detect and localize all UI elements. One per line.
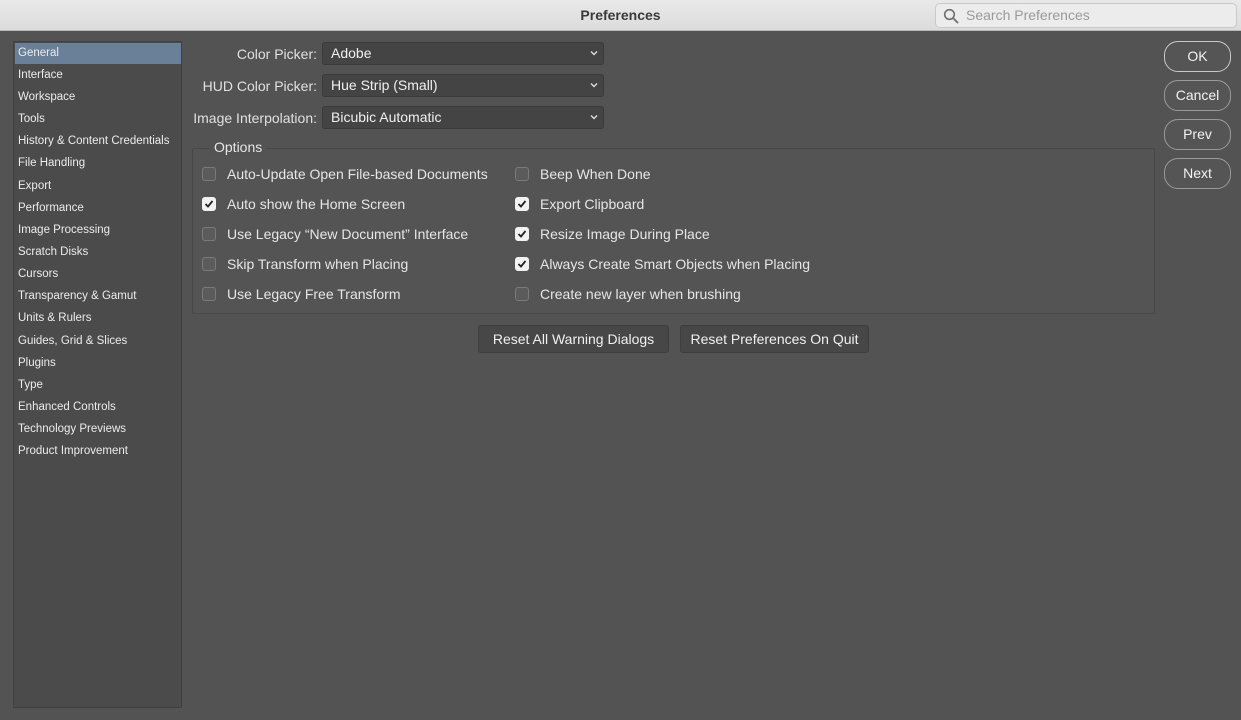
sidebar-item-cursors[interactable]: Cursors — [15, 264, 181, 285]
beep-when-done-checkbox[interactable] — [515, 167, 529, 181]
chevron-down-icon — [590, 115, 598, 120]
color-picker-value: Adobe — [331, 45, 372, 61]
checkmark-icon — [204, 200, 214, 208]
sidebar-item-interface[interactable]: Interface — [15, 65, 181, 86]
skip-transform-label: Skip Transform when Placing — [227, 256, 409, 272]
auto-show-home-label: Auto show the Home Screen — [227, 196, 406, 212]
auto-update-checkbox[interactable] — [202, 167, 216, 181]
sidebar: General Interface Workspace Tools Histor… — [13, 41, 182, 708]
chevron-down-icon — [590, 83, 598, 88]
legacy-new-document-label: Use Legacy “New Document” Interface — [227, 226, 469, 242]
smart-objects-label: Always Create Smart Objects when Placing — [540, 256, 810, 272]
export-clipboard-checkbox[interactable] — [515, 197, 529, 211]
sidebar-item-transparency[interactable]: Transparency & Gamut — [15, 286, 181, 307]
color-picker-select[interactable]: Adobe — [322, 42, 604, 65]
sidebar-item-plugins[interactable]: Plugins — [15, 353, 181, 374]
options-group-label: Options — [210, 138, 267, 156]
sidebar-item-performance[interactable]: Performance — [15, 198, 181, 219]
image-interpolation-select[interactable]: Bicubic Automatic — [322, 106, 604, 129]
legacy-free-transform-checkbox[interactable] — [202, 287, 216, 301]
color-picker-label: Color Picker: — [236, 46, 317, 62]
next-button[interactable]: Next — [1164, 158, 1231, 189]
smart-objects-checkbox[interactable] — [515, 257, 529, 271]
search-placeholder: Search Preferences — [966, 7, 1090, 23]
checkmark-icon — [517, 260, 527, 268]
image-interpolation-value: Bicubic Automatic — [331, 109, 442, 125]
hud-color-picker-label: HUD Color Picker: — [202, 78, 317, 94]
resize-image-place-label: Resize Image During Place — [540, 226, 710, 242]
sidebar-item-image-processing[interactable]: Image Processing — [15, 220, 181, 241]
cancel-button[interactable]: Cancel — [1164, 80, 1231, 111]
beep-when-done-label: Beep When Done — [540, 166, 651, 182]
checkmark-icon — [517, 200, 527, 208]
sidebar-item-enhanced-controls[interactable]: Enhanced Controls — [15, 397, 181, 418]
search-field[interactable]: Search Preferences — [935, 3, 1237, 28]
sidebar-item-units-rulers[interactable]: Units & Rulers — [15, 308, 181, 329]
sidebar-item-product-improvement[interactable]: Product Improvement — [15, 441, 181, 462]
sidebar-item-history[interactable]: History & Content Credentials — [15, 131, 181, 152]
sidebar-item-general[interactable]: General — [15, 43, 181, 64]
sidebar-item-technology-previews[interactable]: Technology Previews — [15, 419, 181, 440]
sidebar-item-workspace[interactable]: Workspace — [15, 87, 181, 108]
new-layer-brushing-label: Create new layer when brushing — [540, 286, 741, 302]
prev-button[interactable]: Prev — [1164, 119, 1231, 150]
export-clipboard-label: Export Clipboard — [540, 196, 645, 212]
reset-warning-dialogs-button[interactable]: Reset All Warning Dialogs — [478, 325, 669, 353]
image-interpolation-label: Image Interpolation: — [193, 110, 317, 126]
sidebar-item-type[interactable]: Type — [15, 375, 181, 396]
legacy-free-transform-label: Use Legacy Free Transform — [227, 286, 401, 302]
hud-color-picker-value: Hue Strip (Small) — [331, 77, 438, 93]
checkmark-icon — [517, 230, 527, 238]
chevron-down-icon — [590, 51, 598, 56]
skip-transform-checkbox[interactable] — [202, 257, 216, 271]
reset-preferences-button[interactable]: Reset Preferences On Quit — [680, 325, 869, 353]
sidebar-item-file-handling[interactable]: File Handling — [15, 153, 181, 174]
sidebar-item-export[interactable]: Export — [15, 176, 181, 197]
sidebar-item-tools[interactable]: Tools — [15, 109, 181, 130]
auto-update-label: Auto-Update Open File-based Documents — [227, 166, 488, 182]
legacy-new-document-checkbox[interactable] — [202, 227, 216, 241]
sidebar-item-scratch-disks[interactable]: Scratch Disks — [15, 242, 181, 263]
sidebar-item-guides[interactable]: Guides, Grid & Slices — [15, 331, 181, 352]
new-layer-brushing-checkbox[interactable] — [515, 287, 529, 301]
auto-show-home-checkbox[interactable] — [202, 197, 216, 211]
search-icon — [943, 8, 959, 24]
resize-image-place-checkbox[interactable] — [515, 227, 529, 241]
hud-color-picker-select[interactable]: Hue Strip (Small) — [322, 74, 604, 97]
ok-button[interactable]: OK — [1164, 41, 1231, 72]
